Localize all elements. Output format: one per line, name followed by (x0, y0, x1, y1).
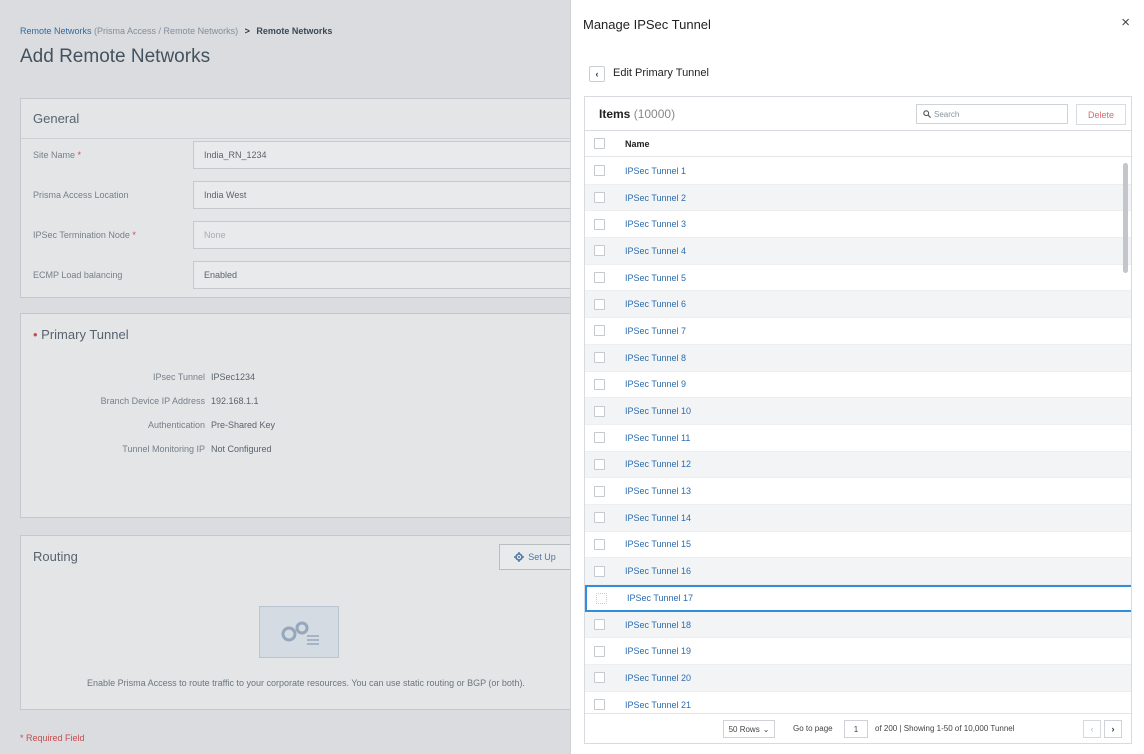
tunnel-link[interactable]: IPSec Tunnel 11 (625, 433, 690, 443)
back-button[interactable]: ‹ (589, 66, 605, 82)
row-checkbox[interactable] (594, 565, 605, 577)
search-placeholder: Search (934, 109, 960, 119)
tunnel-link[interactable]: IPSec Tunnel 20 (625, 673, 691, 683)
table-header: Items (10000) Search Delete (585, 97, 1131, 131)
search-icon (923, 110, 931, 118)
row-checkbox[interactable] (594, 458, 605, 470)
tunnel-link[interactable]: IPSec Tunnel 13 (625, 486, 691, 496)
pagination-summary: of 200 | Showing 1-50 of 10,000 Tunnel (875, 724, 1015, 733)
row-checkbox[interactable] (594, 405, 605, 417)
close-icon[interactable]: × (1121, 14, 1130, 31)
row-checkbox[interactable] (594, 272, 605, 284)
rows-per-page-value: 50 Rows (728, 724, 760, 734)
prev-page-button[interactable]: ‹ (1083, 720, 1101, 738)
column-header-name[interactable]: Name (625, 139, 650, 149)
items-count-label: Items (10000) (599, 107, 675, 121)
tunnel-link[interactable]: IPSec Tunnel 15 (625, 539, 691, 549)
table-row[interactable]: IPSec Tunnel 14 (585, 504, 1131, 532)
items-count: (10000) (633, 107, 676, 121)
table-row[interactable]: IPSec Tunnel 5 (585, 265, 1131, 292)
row-checkbox[interactable] (594, 325, 605, 337)
manage-ipsec-tunnel-panel: Manage IPSec Tunnel × ‹ Edit Primary Tun… (570, 0, 1144, 754)
table-row[interactable]: IPSec Tunnel 4 (585, 238, 1131, 265)
table-row[interactable]: IPSec Tunnel 8 (585, 344, 1131, 372)
row-checkbox[interactable] (594, 378, 605, 390)
select-all-checkbox[interactable] (594, 138, 605, 149)
table-row[interactable]: IPSec Tunnel 3 (585, 211, 1131, 239)
table-row[interactable]: IPSec Tunnel 15 (585, 532, 1131, 559)
tunnel-link[interactable]: IPSec Tunnel 12 (625, 459, 691, 469)
row-checkbox[interactable] (594, 672, 605, 684)
modal-backdrop (0, 0, 570, 754)
panel-title: Manage IPSec Tunnel (583, 17, 711, 32)
table-row[interactable]: IPSec Tunnel 16 (585, 558, 1131, 585)
table-row[interactable]: IPSec Tunnel 19 (585, 638, 1131, 666)
tunnel-link[interactable]: IPSec Tunnel 2 (625, 193, 686, 203)
page-number-input[interactable]: 1 (844, 720, 868, 738)
tunnel-link[interactable]: IPSec Tunnel 5 (625, 273, 686, 283)
table-row[interactable]: IPSec Tunnel 13 (585, 478, 1131, 505)
row-checkbox[interactable] (594, 192, 605, 204)
tunnel-link[interactable]: IPSec Tunnel 8 (625, 353, 686, 363)
edit-primary-tunnel-title: Edit Primary Tunnel (613, 67, 709, 79)
table-row[interactable]: IPSec Tunnel 1 (585, 158, 1131, 185)
tunnel-link[interactable]: IPSec Tunnel 3 (625, 219, 686, 229)
tunnel-link[interactable]: IPSec Tunnel 10 (625, 406, 691, 416)
table-row[interactable]: IPSec Tunnel 20 (585, 665, 1131, 692)
table-body: IPSec Tunnel 1 IPSec Tunnel 2 IPSec Tunnel… (585, 158, 1131, 719)
tunnel-link[interactable]: IPSec Tunnel 4 (625, 246, 686, 256)
tunnel-link[interactable]: IPSec Tunnel 9 (625, 379, 686, 389)
tunnel-link[interactable]: IPSec Tunnel 14 (625, 513, 691, 523)
rows-per-page-select[interactable]: 50 Rows ⌄ (723, 720, 775, 738)
tunnel-link[interactable]: IPSec Tunnel 1 (625, 166, 686, 176)
row-checkbox[interactable] (594, 512, 605, 524)
table-row[interactable]: IPSec Tunnel 9 (585, 372, 1131, 399)
table-row[interactable]: IPSec Tunnel 6 (585, 291, 1131, 319)
tunnel-link[interactable]: IPSec Tunnel 18 (625, 620, 691, 630)
row-checkbox[interactable] (594, 619, 605, 631)
next-page-button[interactable]: › (1104, 720, 1122, 738)
search-input[interactable]: Search (916, 104, 1068, 124)
table-row[interactable]: IPSec Tunnel 18 (585, 611, 1131, 639)
row-checkbox[interactable] (596, 592, 607, 604)
tunnel-link[interactable]: IPSec Tunnel 7 (625, 326, 686, 336)
chevron-down-icon: ⌄ (762, 724, 770, 734)
row-checkbox[interactable] (594, 538, 605, 550)
tunnel-link[interactable]: IPSec Tunnel 21 (625, 700, 691, 710)
tunnel-table: Items (10000) Search Delete Name IPSec T… (584, 96, 1132, 744)
tunnel-link[interactable]: IPSec Tunnel 17 (627, 593, 693, 603)
delete-button[interactable]: Delete (1076, 104, 1126, 125)
table-row[interactable]: IPSec Tunnel 7 (585, 318, 1131, 345)
row-checkbox[interactable] (594, 218, 605, 230)
row-checkbox[interactable] (594, 485, 605, 497)
tunnel-link[interactable]: IPSec Tunnel 6 (625, 299, 686, 309)
column-header-row: Name (585, 131, 1131, 157)
pagination-bar: 50 Rows ⌄ Go to page 1 of 200 | Showing … (585, 713, 1131, 743)
row-checkbox[interactable] (594, 432, 605, 444)
tunnel-link[interactable]: IPSec Tunnel 19 (625, 646, 691, 656)
goto-page-label: Go to page (793, 724, 833, 733)
row-checkbox[interactable] (594, 699, 605, 711)
table-row[interactable]: IPSec Tunnel 11 (585, 425, 1131, 452)
table-row[interactable]: IPSec Tunnel 10 (585, 398, 1131, 425)
table-row[interactable]: IPSec Tunnel 12 (585, 451, 1131, 479)
tunnel-link[interactable]: IPSec Tunnel 16 (625, 566, 691, 576)
items-label: Items (599, 107, 631, 121)
row-checkbox[interactable] (594, 165, 605, 177)
row-checkbox[interactable] (594, 245, 605, 257)
table-row[interactable]: IPSec Tunnel 17 (585, 585, 1131, 612)
row-checkbox[interactable] (594, 645, 605, 657)
row-checkbox[interactable] (594, 352, 605, 364)
table-row[interactable]: IPSec Tunnel 2 (585, 184, 1131, 212)
scrollbar[interactable] (1123, 163, 1128, 273)
row-checkbox[interactable] (594, 298, 605, 310)
